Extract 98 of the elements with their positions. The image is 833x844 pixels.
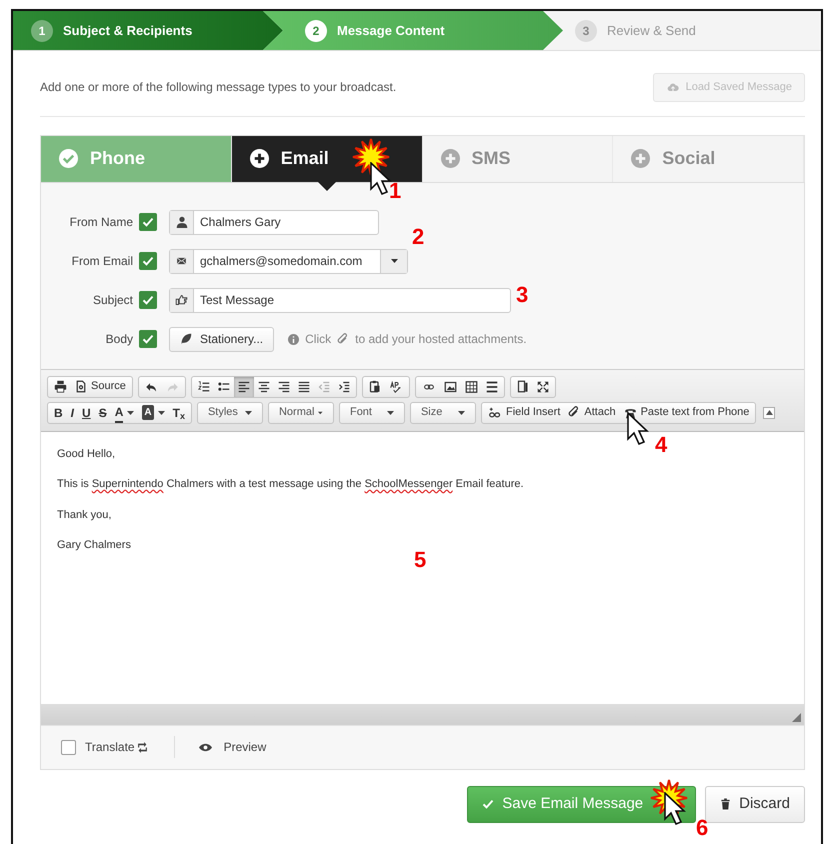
collapse-icon <box>766 410 773 415</box>
toolbar-button[interactable] <box>234 376 254 396</box>
step-number: 2 <box>305 20 327 42</box>
printer-icon <box>54 380 67 393</box>
eye-icon <box>198 742 212 752</box>
field-label: From Name <box>68 214 133 231</box>
checkbox[interactable] <box>139 213 157 231</box>
step-number-label: 3 <box>516 284 528 306</box>
wizard-step[interactable]: 1 Subject & Recipients <box>13 11 283 50</box>
collapse-toolbar-button[interactable] <box>763 406 776 418</box>
leaf-icon <box>180 333 192 345</box>
bullet-list-icon <box>218 380 230 392</box>
toolbar-button[interactable]: Field Insert <box>484 402 564 422</box>
check-circle-icon <box>59 149 78 168</box>
field-icon <box>488 406 502 418</box>
align-justify-icon <box>298 380 310 392</box>
caret-icon <box>390 259 398 263</box>
text-paragraph: This is Supernintendo Chalmers with a test message using the SchoolMessenger Email feature. <box>57 477 525 492</box>
background-color-button[interactable]: A <box>138 402 169 422</box>
check-icon <box>142 216 154 228</box>
plus-circle-icon <box>631 149 650 168</box>
caret-icon <box>244 410 252 414</box>
input-field[interactable]: Chalmers Gary <box>169 210 379 234</box>
step-number: 3 <box>575 20 597 42</box>
redo-icon <box>166 380 179 392</box>
checkbox[interactable] <box>139 252 157 270</box>
preview-link[interactable]: Preview <box>198 738 266 756</box>
note-text: to add your hosted attachments. <box>355 331 527 348</box>
format-button[interactable]: I <box>66 402 78 422</box>
text-color-button[interactable]: A <box>110 402 138 422</box>
undo-icon <box>144 380 158 392</box>
format-button[interactable]: B <box>50 402 67 422</box>
numbered-list-icon <box>198 380 210 392</box>
field-label: From Email <box>70 253 133 270</box>
step-number-label: 4 <box>655 434 668 456</box>
note-text: Click <box>305 331 332 348</box>
cursor-icon <box>664 792 686 826</box>
toolbar-button[interactable]: Attach <box>564 402 620 422</box>
caret-icon <box>158 410 165 414</box>
email-select[interactable]: gchalmers@somedomain.com <box>169 248 408 274</box>
field-label: Subject <box>92 292 133 309</box>
dropdown[interactable]: Font <box>342 402 402 422</box>
spellcheck-icon <box>388 380 403 392</box>
align-right-icon <box>278 380 290 392</box>
image-icon <box>444 380 457 392</box>
cloud-icon <box>666 82 680 93</box>
info-icon <box>288 334 300 344</box>
format-button[interactable]: T$_{x}$ <box>168 402 189 422</box>
page-icon <box>516 380 529 393</box>
step-number-label: 5 <box>414 549 426 571</box>
step-number-label: 2 <box>412 226 424 248</box>
caret-icon <box>386 410 394 414</box>
clipboard-icon <box>368 380 381 393</box>
caret-icon <box>458 410 465 414</box>
align-center-icon <box>258 380 270 392</box>
check-icon <box>482 798 494 810</box>
check-icon <box>142 255 154 267</box>
checkbox[interactable] <box>139 330 157 348</box>
dropdown[interactable]: Styles <box>200 402 260 422</box>
trash-icon <box>720 798 732 810</box>
checkbox[interactable] <box>61 740 76 754</box>
outdent-icon <box>318 380 330 392</box>
plus-circle-icon <box>440 149 460 168</box>
align-left-icon <box>238 380 250 392</box>
person-icon <box>176 216 188 228</box>
caret-icon <box>318 410 323 414</box>
field-label: Body <box>104 331 133 348</box>
wizard-step[interactable]: 2 Message Content <box>263 11 563 50</box>
translate-label: Translate <box>85 739 135 756</box>
caret-icon <box>127 410 134 414</box>
plus-circle-icon <box>250 149 269 168</box>
dropdown[interactable]: Normal <box>270 402 331 422</box>
step-number-label: 1 <box>389 180 402 202</box>
resize-handle-icon[interactable] <box>792 712 801 722</box>
format-button[interactable]: U <box>78 402 95 422</box>
document-icon <box>75 380 87 393</box>
check-icon <box>142 333 154 345</box>
text-paragraph: Gary Chalmers <box>57 538 132 553</box>
toolbar-button[interactable]: Source <box>71 376 130 396</box>
dropdown[interactable]: Size <box>412 402 473 422</box>
envelope-icon <box>175 256 188 266</box>
input-field[interactable]: Test Message <box>169 288 511 312</box>
stationery-button[interactable]: Stationery... <box>169 326 274 352</box>
pointing-hand-icon <box>175 294 188 306</box>
step-number: 1 <box>31 20 53 42</box>
maximize-icon <box>536 380 549 392</box>
horizontal-rule-icon <box>486 380 498 392</box>
text-paragraph: Thank you, <box>57 508 112 522</box>
table-icon <box>464 380 478 392</box>
text-paragraph: Good Hello, <box>57 446 116 462</box>
indent-icon <box>338 380 350 392</box>
format-button[interactable]: S <box>94 402 111 422</box>
paperclip-icon <box>568 406 580 419</box>
link-icon <box>422 382 436 392</box>
paperclip-icon <box>337 332 350 346</box>
checkbox[interactable] <box>139 291 157 309</box>
check-icon <box>142 294 154 306</box>
intro-text: Add one or more of the following message types to your broadcast. <box>40 79 396 96</box>
